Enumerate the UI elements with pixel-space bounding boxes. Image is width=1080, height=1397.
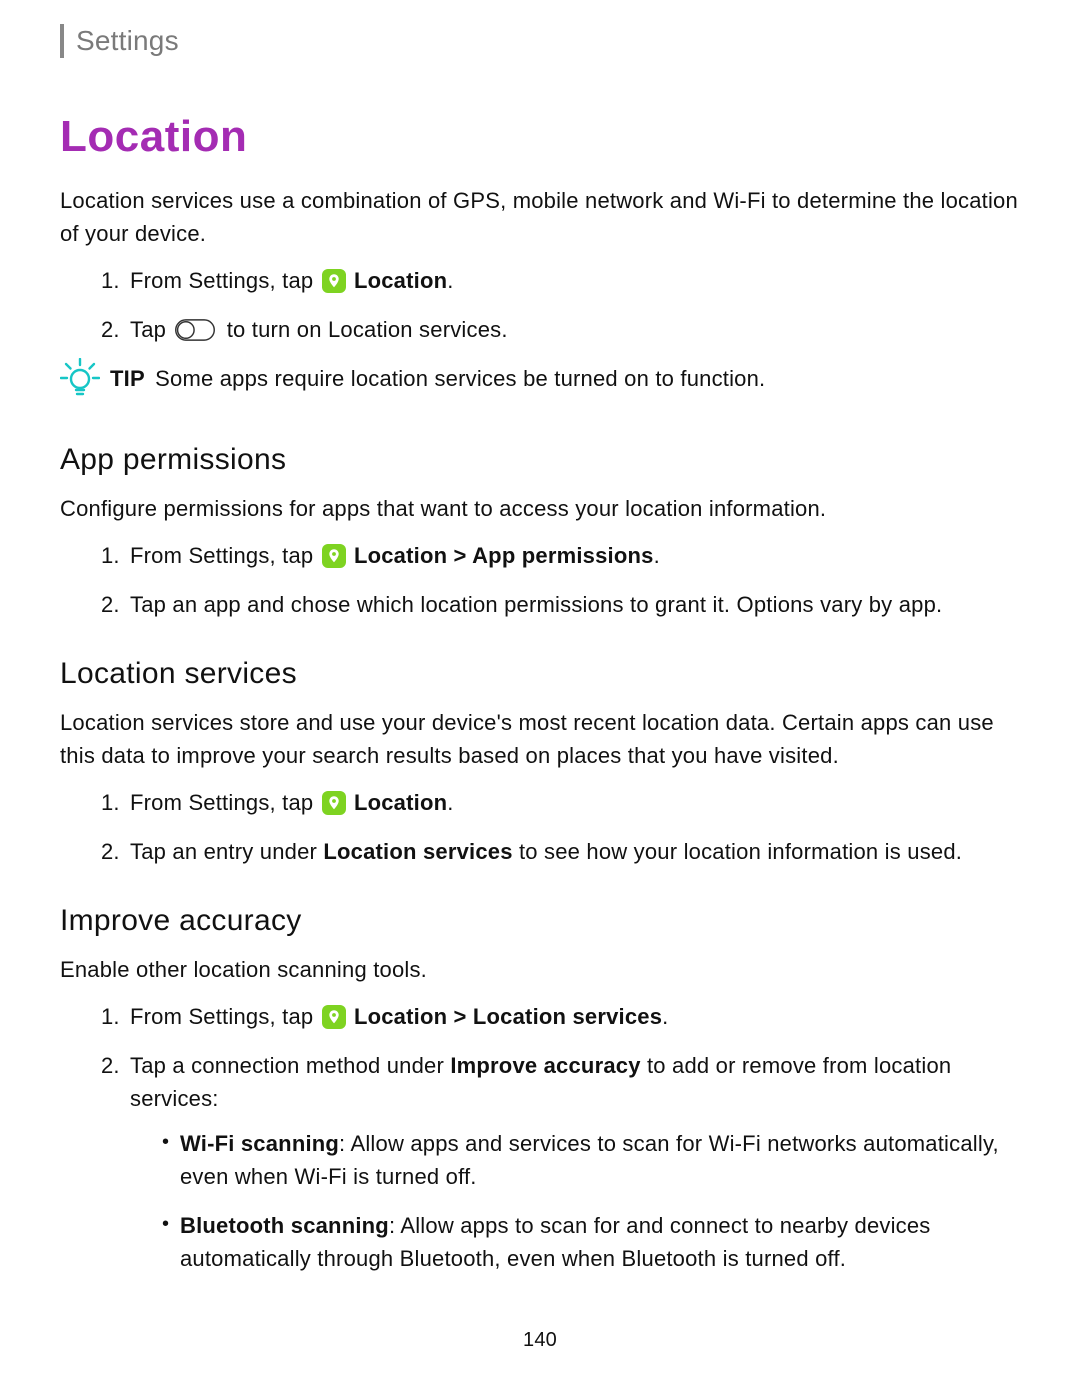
improve-accuracy-steps: From Settings, tap Location > Location s… bbox=[60, 1000, 1020, 1275]
app-permissions-steps: From Settings, tap Location > App permis… bbox=[60, 539, 1020, 621]
tip-body: TIP Some apps require location services … bbox=[110, 362, 1020, 395]
step-bold: Location services bbox=[323, 839, 512, 864]
step-1: From Settings, tap Location. bbox=[126, 264, 1020, 297]
page-title: Location bbox=[60, 104, 1020, 170]
step-text: From Settings, tap bbox=[130, 543, 320, 568]
step-suffix: . bbox=[662, 1004, 668, 1029]
step-text: Tap bbox=[130, 317, 172, 342]
improve-accuracy-desc: Enable other location scanning tools. bbox=[60, 953, 1020, 986]
step-suffix: to turn on Location services. bbox=[227, 317, 508, 342]
step-1: From Settings, tap Location > App permis… bbox=[126, 539, 1020, 572]
page-number: 140 bbox=[60, 1325, 1020, 1355]
app-permissions-desc: Configure permissions for apps that want… bbox=[60, 492, 1020, 525]
step-2: Tap an entry under Location services to … bbox=[126, 835, 1020, 868]
tip-label: TIP bbox=[110, 366, 145, 391]
improve-accuracy-heading: Improve accuracy bbox=[60, 898, 1020, 943]
location-services-heading: Location services bbox=[60, 651, 1020, 696]
step-bold: Location > Location services bbox=[354, 1004, 662, 1029]
bluetooth-scanning-item: Bluetooth scanning: Allow apps to scan f… bbox=[162, 1209, 1020, 1275]
step-1: From Settings, tap Location. bbox=[126, 786, 1020, 819]
step-pre: Tap a connection method under bbox=[130, 1053, 450, 1078]
step-suffix: . bbox=[447, 790, 453, 815]
wifi-scanning-item: Wi-Fi scanning: Allow apps and services … bbox=[162, 1127, 1020, 1193]
step-1: From Settings, tap Location > Location s… bbox=[126, 1000, 1020, 1033]
lightbulb-icon bbox=[60, 358, 100, 407]
intro-paragraph: Location services use a combination of G… bbox=[60, 184, 1020, 250]
location-services-desc: Location services store and use your dev… bbox=[60, 706, 1020, 772]
improve-sublist: Wi-Fi scanning: Allow apps and services … bbox=[130, 1127, 1020, 1275]
location-pin-icon bbox=[322, 1005, 346, 1029]
location-services-steps: From Settings, tap Location. Tap an entr… bbox=[60, 786, 1020, 868]
step-bold: Improve accuracy bbox=[450, 1053, 640, 1078]
step-text: From Settings, tap bbox=[130, 1004, 320, 1029]
step-bold: Location bbox=[354, 790, 447, 815]
step-bold: Location bbox=[354, 268, 447, 293]
step-text: From Settings, tap bbox=[130, 790, 320, 815]
section-label: Settings bbox=[76, 20, 179, 62]
item-label: Bluetooth scanning bbox=[180, 1213, 389, 1238]
step-2: Tap a connection method under Improve ac… bbox=[126, 1049, 1020, 1275]
location-pin-icon bbox=[322, 544, 346, 568]
step-text: From Settings, tap bbox=[130, 268, 320, 293]
header-rule bbox=[60, 24, 64, 58]
item-label: Wi-Fi scanning bbox=[180, 1131, 339, 1156]
tip-text: Some apps require location services be t… bbox=[155, 366, 765, 391]
location-pin-icon bbox=[322, 269, 346, 293]
step-suffix: . bbox=[654, 543, 660, 568]
step-suffix: . bbox=[447, 268, 453, 293]
intro-steps: From Settings, tap Location. Tap to turn… bbox=[60, 264, 1020, 346]
step-post: to see how your location information is … bbox=[513, 839, 962, 864]
toggle-off-icon bbox=[174, 319, 216, 341]
tip-callout: TIP Some apps require location services … bbox=[60, 362, 1020, 407]
step-2: Tap an app and chose which location perm… bbox=[126, 588, 1020, 621]
section-header: Settings bbox=[60, 20, 1020, 62]
step-2: Tap to turn on Location services. bbox=[126, 313, 1020, 346]
app-permissions-heading: App permissions bbox=[60, 437, 1020, 482]
step-pre: Tap an entry under bbox=[130, 839, 323, 864]
location-pin-icon bbox=[322, 791, 346, 815]
step-bold: Location > App permissions bbox=[354, 543, 654, 568]
